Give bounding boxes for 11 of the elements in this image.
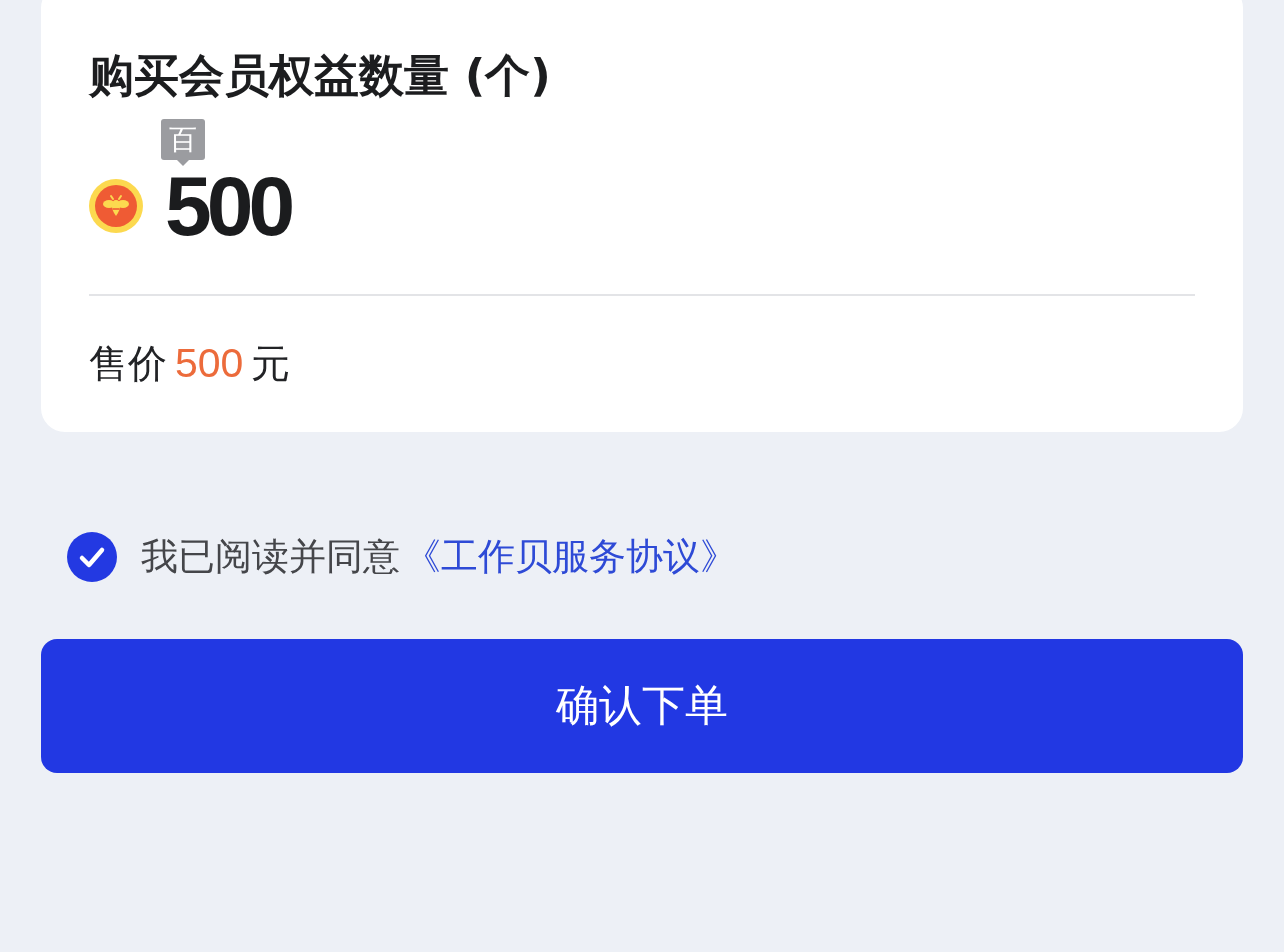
price-label: 售价 <box>89 340 167 388</box>
card-title: 购买会员权益数量 (个) <box>89 48 552 104</box>
confirm-order-button[interactable]: 确认下单 <box>41 639 1243 773</box>
bee-coin-icon <box>89 179 143 233</box>
agreement-text: 我已阅读并同意 <box>141 534 400 580</box>
agreement-link[interactable]: 《工作贝服务协议》 <box>404 532 737 582</box>
digit-place-tooltip: 百 <box>161 119 205 166</box>
price-unit: 元 <box>251 340 291 388</box>
quantity-input[interactable]: 500 <box>165 166 291 246</box>
price-amount: 500 <box>175 339 244 388</box>
agree-checkbox[interactable] <box>67 532 117 582</box>
